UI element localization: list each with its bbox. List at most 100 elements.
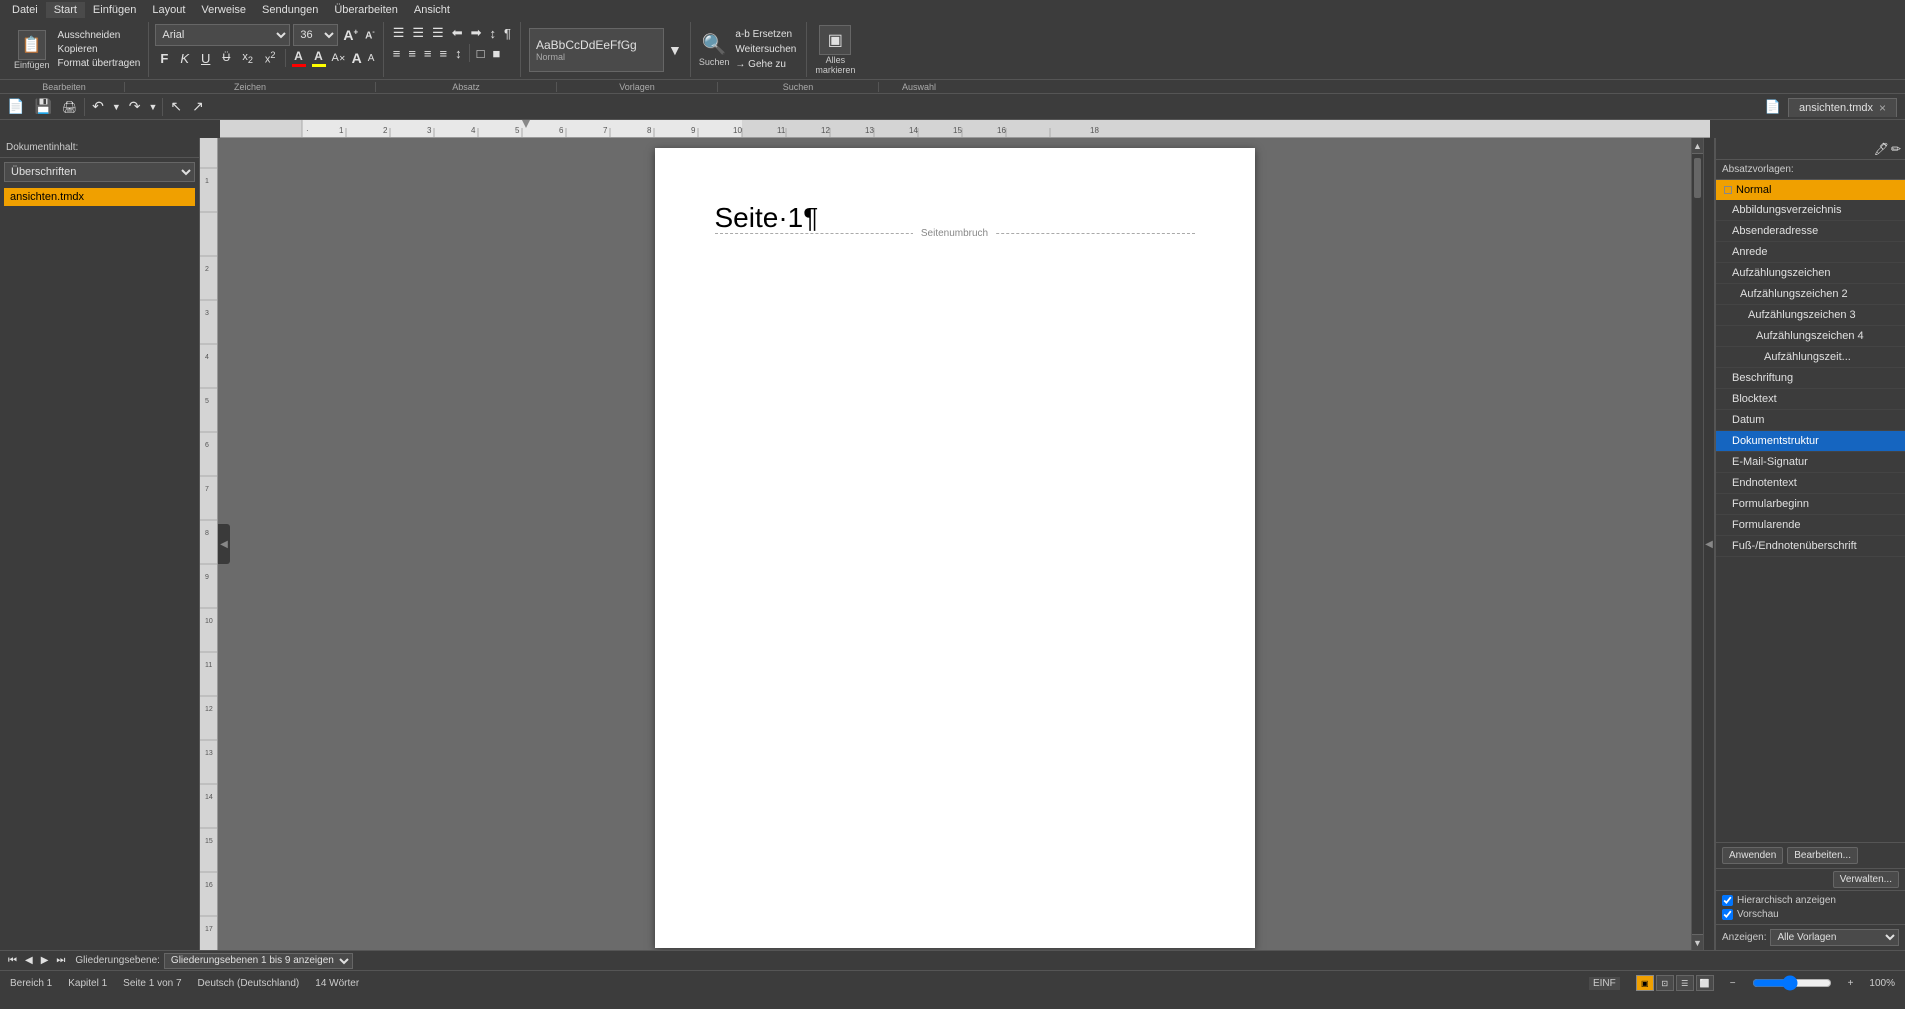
gliederungsebene-select[interactable]: Gliederungsebenen 1 bis 9 anzeigen — [164, 953, 353, 969]
align-left-button[interactable]: ≡ — [390, 45, 404, 62]
justify-button[interactable]: ≡ — [437, 45, 451, 62]
enlarge-button[interactable]: A — [350, 49, 364, 67]
apply-button[interactable]: Anwenden — [1722, 847, 1783, 864]
style-item-aufzaehlungszeichen2[interactable]: Aufzählungszeichen 2 — [1716, 284, 1905, 305]
font-size-select[interactable]: 36 — [293, 24, 338, 46]
menu-item-verweise[interactable]: Verweise — [193, 2, 254, 18]
menu-item-ueberarbeiten[interactable]: Überarbeiten — [326, 2, 406, 18]
zoom-slider[interactable] — [1752, 975, 1832, 991]
preview-checkbox[interactable] — [1722, 909, 1733, 920]
tab-close-icon[interactable]: × — [1879, 101, 1886, 115]
style-item-absenderadresse[interactable]: Absenderadresse — [1716, 221, 1905, 242]
collapse-handle-left[interactable]: ◀ — [218, 524, 230, 564]
list-unordered-button[interactable]: ☰ — [390, 24, 408, 42]
style-item-email-signatur[interactable]: E-Mail-Signatur — [1716, 452, 1905, 473]
cursor-button[interactable]: ↖ — [167, 97, 185, 116]
right-panel-btn1[interactable]: 🖊 — [1874, 142, 1889, 156]
underline-button[interactable]: U — [196, 49, 215, 68]
line-spacing-button[interactable]: ↕ — [452, 45, 465, 62]
menu-item-ansicht[interactable]: Ansicht — [406, 2, 458, 18]
save-button[interactable]: 💾 — [31, 97, 54, 116]
menu-item-einfuegen[interactable]: Einfügen — [85, 2, 144, 18]
italic-button[interactable]: K — [175, 49, 194, 68]
doc-scrollbar[interactable]: ▲ ▼ — [1691, 138, 1703, 950]
paste-button[interactable]: 📋 Einfügen — [10, 28, 54, 72]
right-panel-btn2[interactable]: ✏ — [1891, 142, 1901, 156]
style-item-abbildungsverzeichnis[interactable]: Abbildungsverzeichnis — [1716, 200, 1905, 221]
show-select[interactable]: Alle Vorlagen — [1770, 929, 1899, 946]
style-item-normal[interactable]: Normal — [1716, 180, 1905, 200]
zoom-plus-button[interactable]: + — [1848, 978, 1854, 989]
style-preview-box[interactable]: AaBbCcDdEeFfGg Normal — [529, 28, 664, 72]
menu-item-sendungen[interactable]: Sendungen — [254, 2, 326, 18]
superscript-button[interactable]: x2 — [260, 48, 281, 68]
font-family-select[interactable]: Arial — [155, 24, 290, 46]
font-color-button[interactable]: A — [290, 48, 308, 68]
style-item-fuss-endnoten[interactable]: Fuß-/Endnotenüberschrift — [1716, 536, 1905, 557]
sort-button[interactable]: ↕ — [487, 25, 500, 42]
style-item-aufzaehlungszeichen[interactable]: Aufzählungszeichen — [1716, 263, 1905, 284]
clear-format-button[interactable]: A✕ — [330, 51, 348, 65]
menu-item-start[interactable]: Start — [46, 2, 85, 18]
shrink-btn2[interactable]: A — [366, 52, 377, 65]
replace-button[interactable]: a-b Ersetzen — [733, 28, 798, 41]
align-right-button[interactable]: ≡ — [421, 45, 435, 62]
style-item-formularbeginn[interactable]: Formularbeginn — [1716, 494, 1905, 515]
zoom-minus-button[interactable]: − — [1730, 978, 1736, 989]
style-item-aufzaehlungszeichen3[interactable]: Aufzählungszeichen 3 — [1716, 305, 1905, 326]
bold-button[interactable]: F — [155, 49, 173, 68]
list-outline-button[interactable]: ☰ — [429, 24, 447, 42]
collapse-handle-right[interactable]: ◀ — [1703, 138, 1715, 950]
subscript-button[interactable]: x2 — [237, 49, 258, 67]
menu-item-layout[interactable]: Layout — [144, 2, 193, 18]
manage-button[interactable]: Verwalten... — [1833, 871, 1899, 888]
style-item-dokumentstruktur[interactable]: Dokumentstruktur — [1716, 431, 1905, 452]
font-shrink-button[interactable]: A- — [363, 29, 377, 41]
scroll-thumb[interactable] — [1694, 158, 1701, 198]
undo-button[interactable]: ↶ — [89, 97, 107, 116]
file-item[interactable]: ansichten.tmdx — [4, 188, 195, 206]
pilcrow-button[interactable]: ¶ — [501, 25, 514, 42]
style-item-beschriftung[interactable]: Beschriftung — [1716, 368, 1905, 389]
style-item-datum[interactable]: Datum — [1716, 410, 1905, 431]
style-item-formularende[interactable]: Formularende — [1716, 515, 1905, 536]
view-btn-web[interactable]: ⊡ — [1656, 975, 1674, 991]
font-grow-button[interactable]: A+ — [341, 27, 360, 43]
border-button[interactable]: □ — [474, 45, 488, 62]
nav-prev-button[interactable]: ◀ — [23, 955, 35, 966]
view-btn-outline[interactable]: ☰ — [1676, 975, 1694, 991]
align-center-button[interactable]: ≡ — [405, 45, 419, 62]
search-button[interactable]: 🔍 Suchen — [699, 32, 730, 67]
style-item-aufzaehlungszeit[interactable]: Aufzählungszeit... — [1716, 347, 1905, 368]
document-tab[interactable]: ansichten.tmdx × — [1788, 98, 1897, 117]
scroll-up-button[interactable]: ▲ — [1692, 138, 1703, 154]
redo-dropdown[interactable]: ▼ — [148, 101, 159, 113]
list-ordered-button[interactable]: ☰ — [409, 24, 427, 42]
style-item-aufzaehlungszeichen4[interactable]: Aufzählungszeichen 4 — [1716, 326, 1905, 347]
style-item-endnotentext[interactable]: Endnotentext — [1716, 473, 1905, 494]
view-btn-full[interactable]: ⬜ — [1696, 975, 1714, 991]
document-area[interactable]: ◀ Seite·1¶ Seitenumbruch — [218, 138, 1691, 950]
view-btn-normal[interactable]: ▣ — [1636, 975, 1654, 991]
styles-dropdown-button[interactable]: ▼ — [668, 42, 682, 58]
indent-increase-button[interactable]: ➡ — [468, 24, 485, 42]
copy-button[interactable]: Kopieren — [56, 43, 143, 56]
select-cursor[interactable]: ↗ — [189, 97, 207, 116]
outline-dropdown[interactable]: Überschriften — [4, 162, 195, 182]
print-button[interactable]: 🖨 — [59, 99, 80, 115]
strikethrough-button[interactable]: Ü — [217, 50, 235, 66]
style-item-anrede[interactable]: Anrede — [1716, 242, 1905, 263]
nav-next-button[interactable]: ▶ — [39, 955, 51, 966]
doc-icon-button[interactable]: 📄 — [1762, 98, 1784, 116]
undo-dropdown[interactable]: ▼ — [111, 101, 122, 113]
hierarchical-checkbox-row[interactable]: Hierarchisch anzeigen — [1722, 895, 1899, 906]
redo-button[interactable]: ↷ — [126, 97, 144, 116]
nav-last-button[interactable]: ⏭ — [54, 955, 67, 966]
edit-style-button[interactable]: Bearbeiten... — [1787, 847, 1858, 864]
find-next-button[interactable]: Weitersuchen — [733, 43, 798, 56]
goto-button[interactable]: → Gehe zu — [733, 58, 798, 71]
new-doc-button[interactable]: 📄 — [4, 97, 27, 116]
menu-item-datei[interactable]: Datei — [4, 2, 46, 18]
format-transfer-button[interactable]: Format übertragen — [56, 57, 143, 70]
highlight-button[interactable]: A — [310, 48, 328, 68]
